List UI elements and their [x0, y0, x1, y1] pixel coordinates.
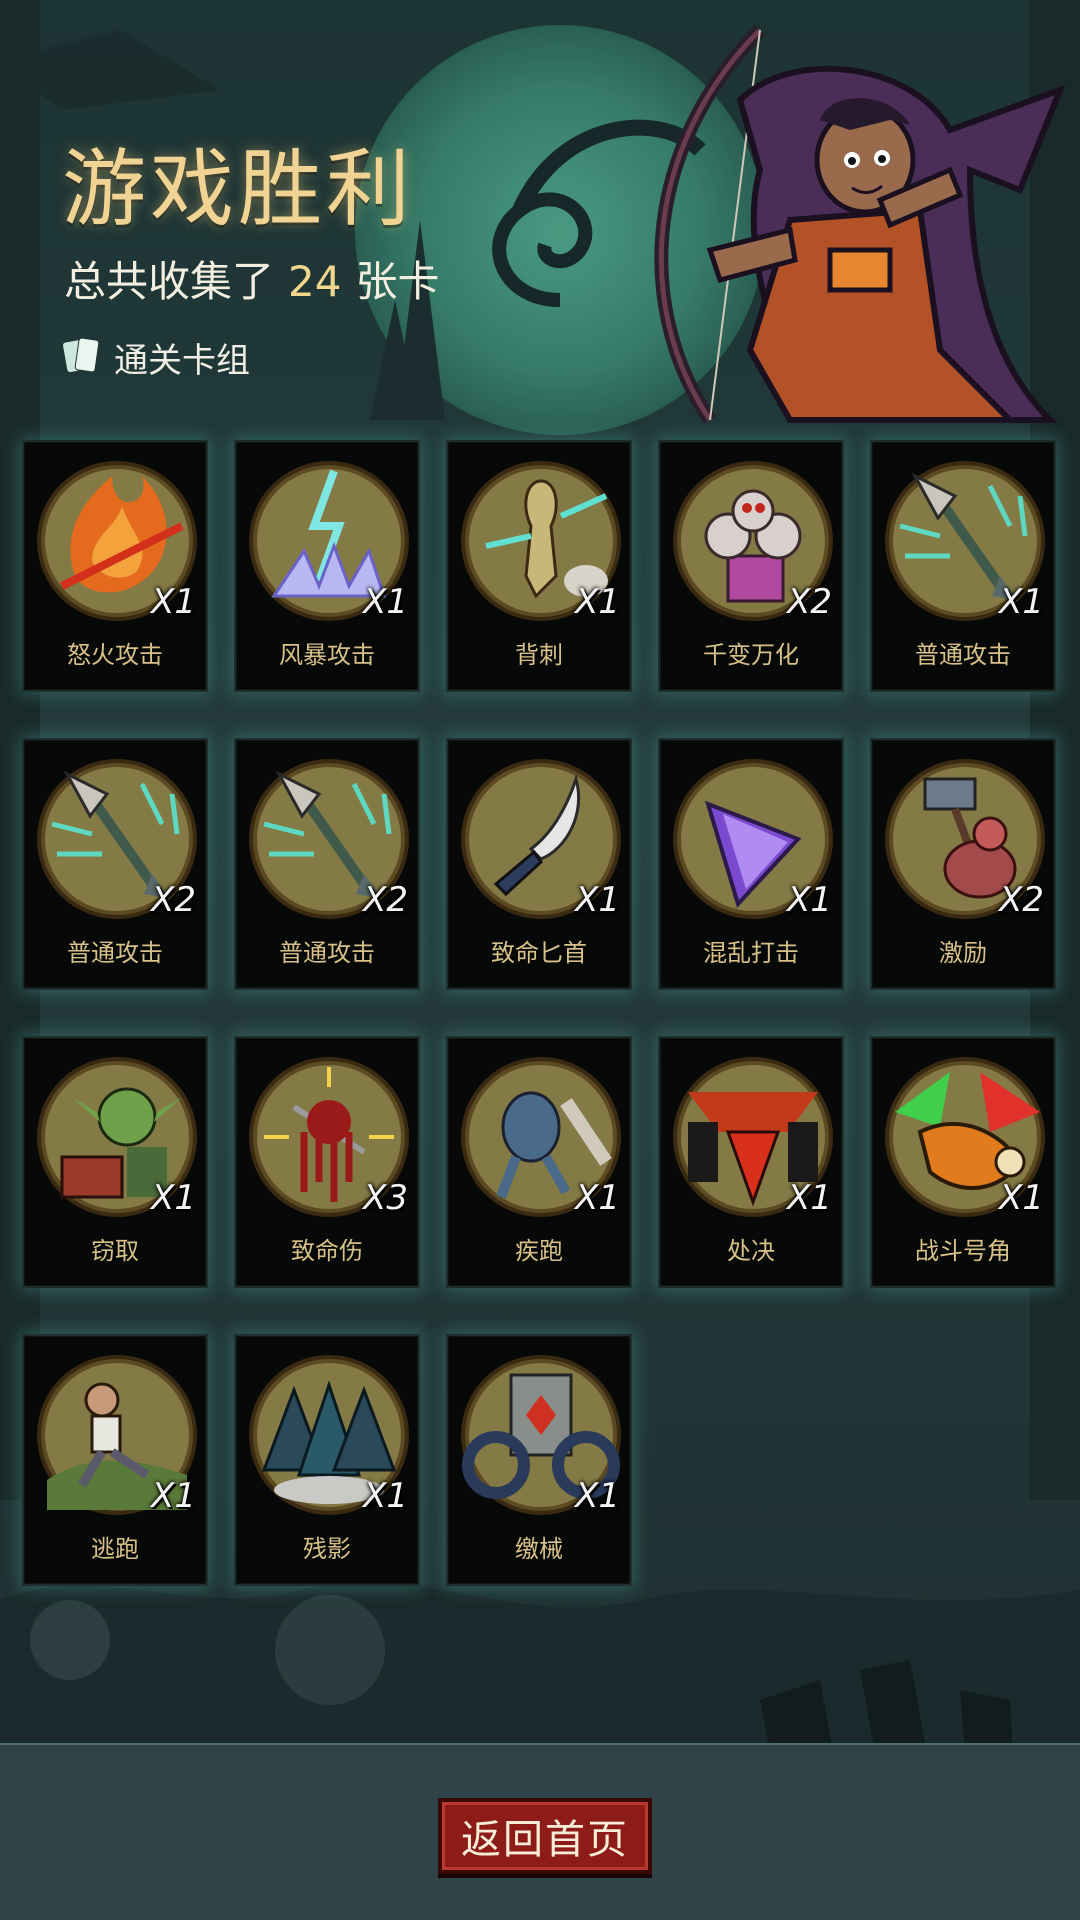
card-name: 激励 — [939, 939, 987, 967]
card-count: X1 — [999, 582, 1044, 622]
card-name: 致命伤 — [291, 1237, 363, 1265]
card-name: 缴械 — [515, 1535, 563, 1563]
card[interactable]: X1 风暴攻击 — [234, 440, 420, 692]
card-name: 普通攻击 — [915, 641, 1011, 669]
collected-prefix: 总共收集了 — [64, 257, 275, 306]
card-name: 致命匕首 — [491, 939, 587, 967]
card-name: 普通攻击 — [67, 939, 163, 967]
card-count: X1 — [151, 1476, 196, 1516]
cleared-deck-tab[interactable]: 通关卡组 — [62, 332, 250, 382]
card-count: X1 — [999, 1178, 1044, 1218]
card[interactable]: X1 混乱打击 — [658, 738, 844, 990]
card-count: X1 — [151, 1178, 196, 1218]
card-name: 残影 — [303, 1535, 351, 1563]
collected-summary: 总共收集了 24 张卡 — [64, 248, 439, 306]
card-count: X2 — [999, 880, 1044, 920]
card-count: X3 — [363, 1178, 408, 1218]
card-count: X1 — [787, 1178, 832, 1218]
card[interactable]: X1 残影 — [234, 1334, 420, 1586]
header: 游戏胜利 总共收集了 24 张卡 通关卡组 — [0, 0, 1080, 424]
card-name: 背刺 — [515, 641, 563, 669]
card-count: X1 — [151, 582, 196, 622]
card-count: X1 — [575, 1476, 620, 1516]
card-count: X2 — [787, 582, 832, 622]
collected-count: 24 — [288, 257, 342, 306]
card[interactable]: X1 窃取 — [22, 1036, 208, 1288]
card-name: 窃取 — [91, 1237, 139, 1265]
card[interactable]: X2 普通攻击 — [234, 738, 420, 990]
card-name: 战斗号角 — [915, 1237, 1011, 1265]
card[interactable]: X1 处决 — [658, 1036, 844, 1288]
card-count: X2 — [151, 880, 196, 920]
card-grid: X1 怒火攻击 X1 风暴攻击 X1 背刺 X2 千变万化 X1 普通攻击 X2 普通攻击 X2 普通攻击… — [22, 440, 1058, 1590]
card[interactable]: X1 普通攻击 — [870, 440, 1056, 692]
card-name: 疾跑 — [515, 1237, 563, 1265]
deck-label: 通关卡组 — [114, 340, 250, 381]
card[interactable]: X1 缴械 — [446, 1334, 632, 1586]
card[interactable]: X1 战斗号角 — [870, 1036, 1056, 1288]
card-count: X1 — [575, 1178, 620, 1218]
card-name: 处决 — [727, 1237, 775, 1265]
card[interactable]: X2 普通攻击 — [22, 738, 208, 990]
card[interactable]: X2 千变万化 — [658, 440, 844, 692]
card[interactable]: X1 致命匕首 — [446, 738, 632, 990]
card[interactable]: X1 疾跑 — [446, 1036, 632, 1288]
collected-suffix: 张卡 — [355, 257, 440, 306]
card-count: X1 — [787, 880, 832, 920]
card-count: X1 — [575, 880, 620, 920]
card-name: 千变万化 — [703, 641, 799, 669]
card-count: X2 — [363, 880, 408, 920]
card[interactable]: X1 怒火攻击 — [22, 440, 208, 692]
card-name: 普通攻击 — [279, 939, 375, 967]
card[interactable]: X1 背刺 — [446, 440, 632, 692]
card-name: 逃跑 — [91, 1535, 139, 1563]
victory-title: 游戏胜利 — [62, 140, 415, 238]
card[interactable]: X2 激励 — [870, 738, 1056, 990]
card-deck-icon — [63, 337, 100, 373]
card-name: 混乱打击 — [703, 939, 799, 967]
card[interactable]: X3 致命伤 — [234, 1036, 420, 1288]
card-name: 风暴攻击 — [279, 641, 375, 669]
card[interactable]: X1 逃跑 — [22, 1334, 208, 1586]
return-home-button[interactable]: 返回首页 — [438, 1798, 652, 1874]
card-count: X1 — [363, 1476, 408, 1516]
hooded-archer-character — [654, 25, 1066, 424]
card-count: X1 — [363, 582, 408, 622]
card-name: 怒火攻击 — [67, 641, 163, 669]
card-count: X1 — [575, 582, 620, 622]
